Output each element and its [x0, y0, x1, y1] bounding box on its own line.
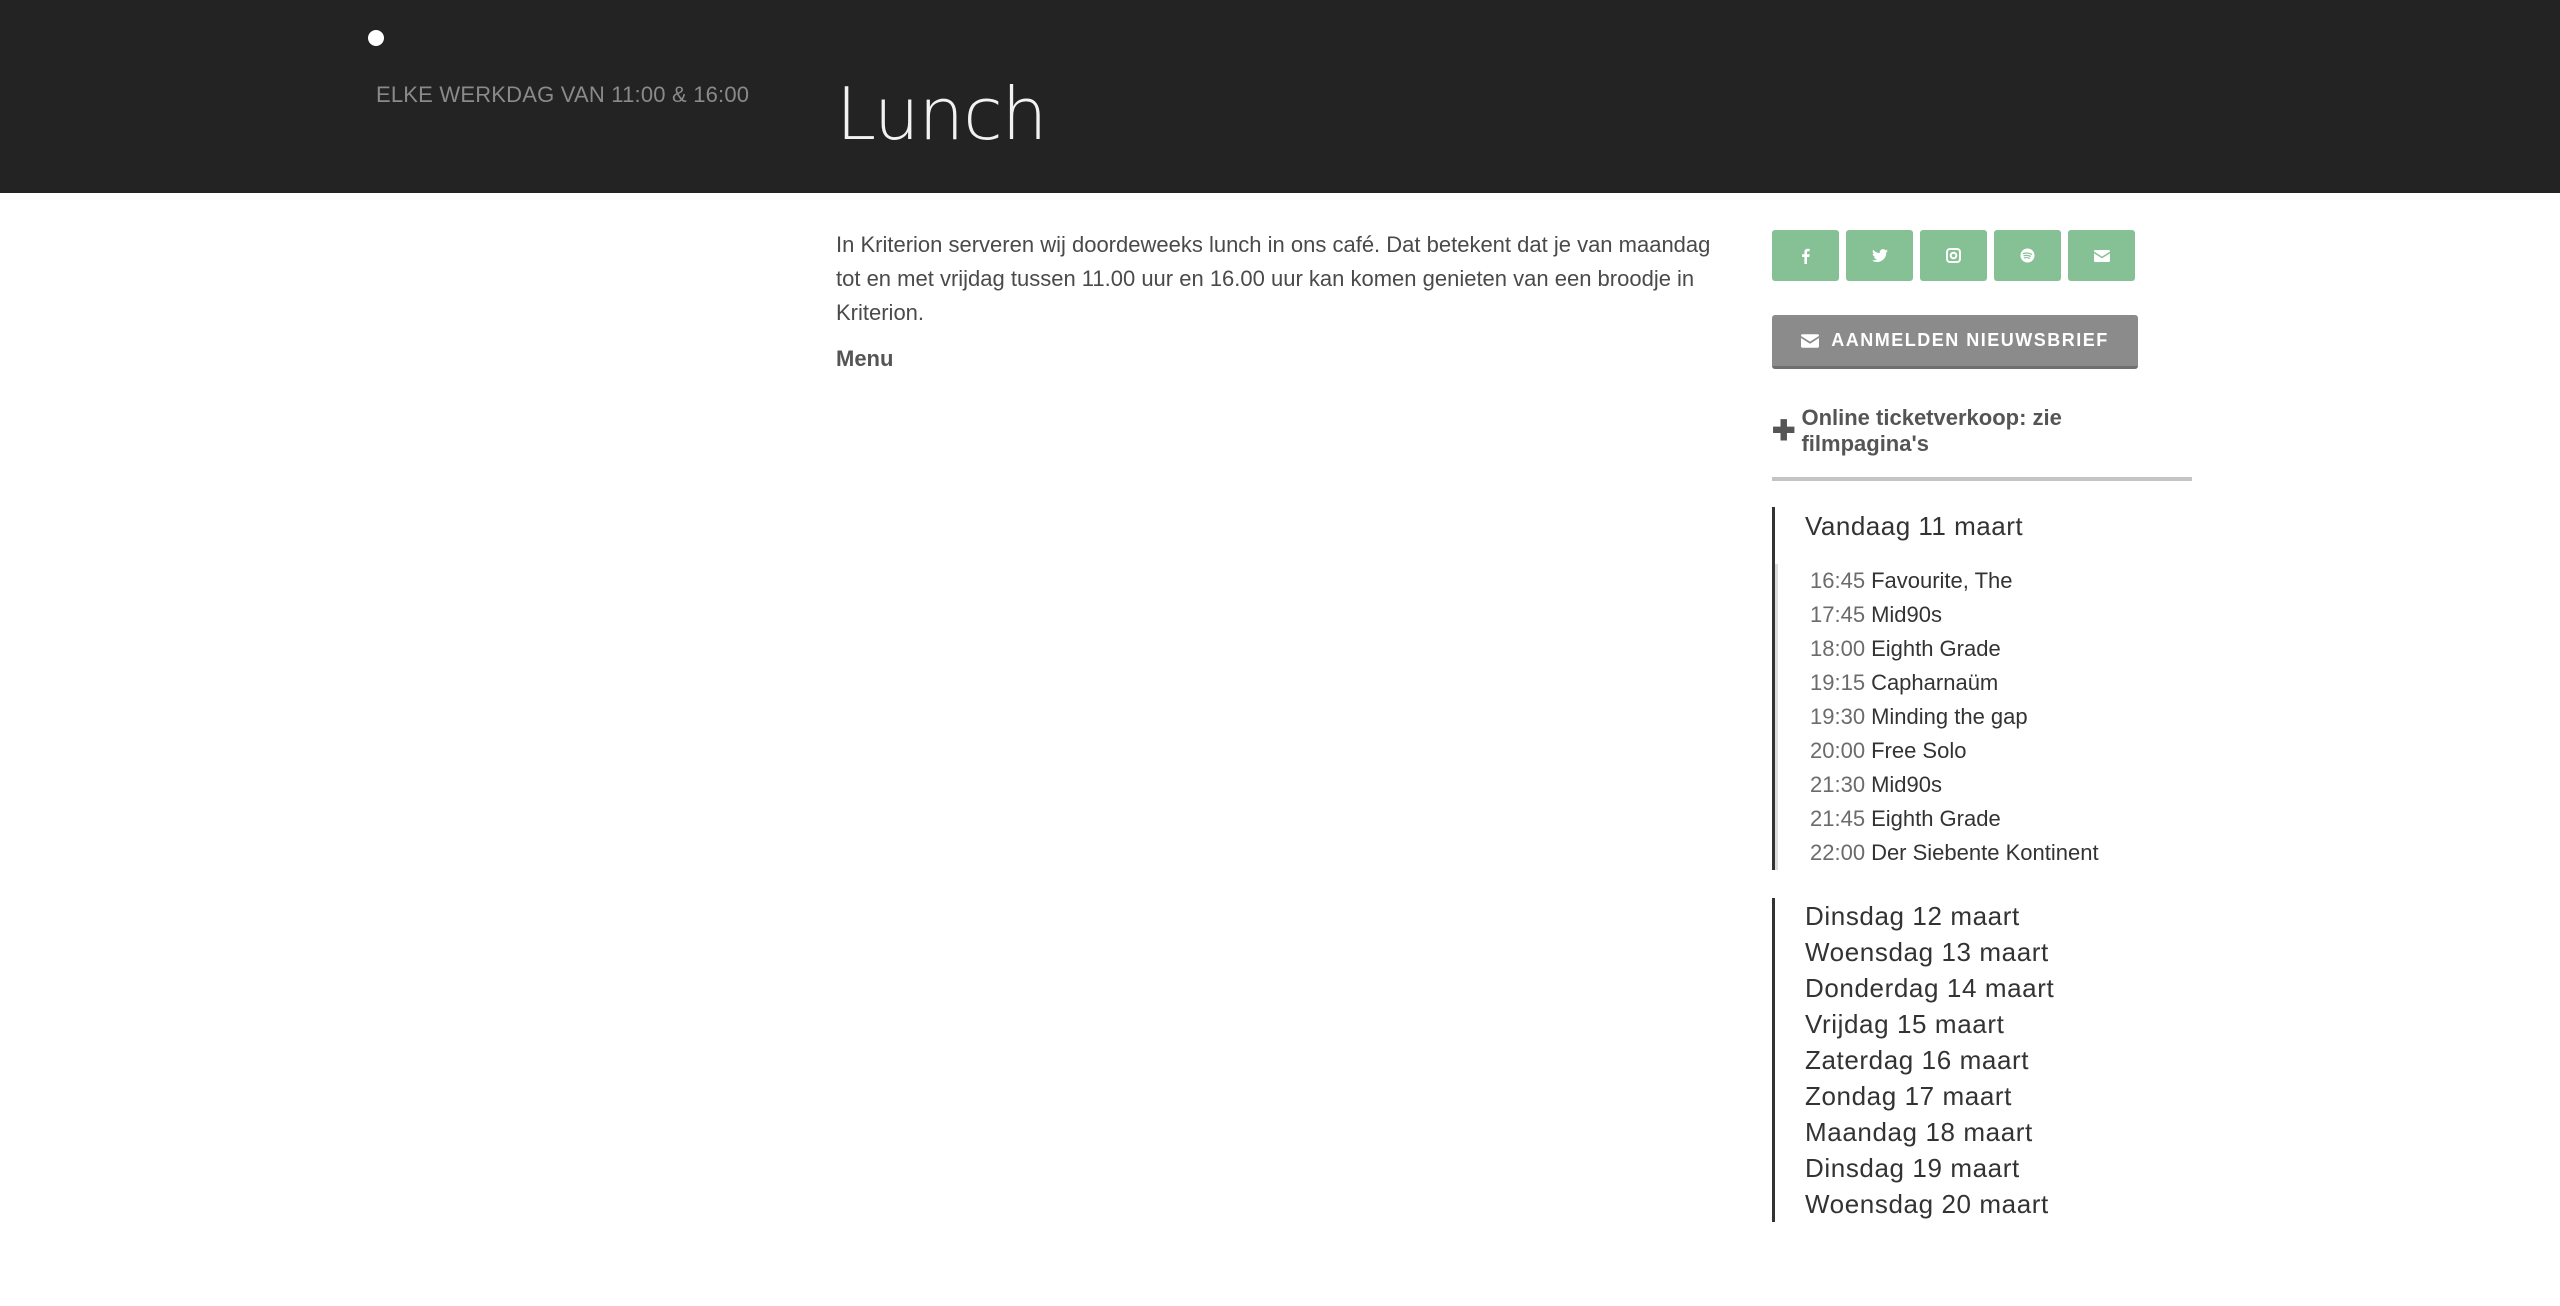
screening-item[interactable]: 19:15 Capharnaüm	[1810, 666, 2192, 700]
main-content: In Kriterion serveren wij doordeweeks lu…	[836, 228, 1726, 372]
day-item[interactable]: Woensdag 13 maart	[1805, 934, 2192, 970]
screening-time: 21:30	[1810, 772, 1866, 797]
newsletter-signup-button[interactable]: AANMELDEN NIEUWSBRIEF	[1772, 315, 2138, 369]
day-item[interactable]: Maandag 18 maart	[1805, 1114, 2192, 1150]
screening-time: 17:45	[1810, 602, 1866, 627]
page-title: Lunch	[836, 72, 1047, 156]
screening-title: Eighth Grade	[1871, 806, 2001, 831]
instagram-icon	[1946, 248, 1961, 263]
screening-title: Der Siebente Kontinent	[1871, 840, 2099, 865]
facebook-button[interactable]	[1772, 230, 1839, 281]
screening-time: 16:45	[1810, 568, 1866, 593]
screening-title: Mid90s	[1871, 772, 1942, 797]
page-subtitle: ELKE WERKDAG VAN 11:00 & 16:00	[376, 82, 750, 107]
day-item[interactable]: Zaterdag 16 maart	[1805, 1042, 2192, 1078]
upcoming-days: Dinsdag 12 maart Woensdag 13 maart Donde…	[1772, 898, 2192, 1222]
screening-item[interactable]: 21:30 Mid90s	[1810, 768, 2192, 802]
screening-title: Minding the gap	[1871, 704, 2028, 729]
screening-time: 19:15	[1810, 670, 1866, 695]
mail-icon	[1801, 333, 1820, 348]
menu-link[interactable]: Menu	[836, 346, 1726, 372]
screening-title: Mid90s	[1871, 602, 1942, 627]
screening-title: Capharnaüm	[1871, 670, 1999, 695]
today-heading[interactable]: Vandaag 11 maart	[1805, 507, 2192, 550]
twitter-button[interactable]	[1846, 230, 1913, 281]
screening-item[interactable]: 18:00 Eighth Grade	[1810, 632, 2192, 666]
social-buttons	[1772, 230, 2192, 281]
screening-item[interactable]: 22:00 Der Siebente Kontinent	[1810, 836, 2192, 870]
day-item[interactable]: Woensdag 20 maart	[1805, 1186, 2192, 1222]
day-item[interactable]: Donderdag 14 maart	[1805, 970, 2192, 1006]
ticket-sales-toggle[interactable]: ✚ Online ticketverkoop: zie filmpagina's	[1772, 405, 2192, 481]
screening-title: Eighth Grade	[1871, 636, 2001, 661]
screening-title: Favourite, The	[1871, 568, 2013, 593]
plus-icon: ✚	[1772, 415, 1796, 446]
spotify-icon	[2020, 248, 2035, 263]
screenings-list: 16:45 Favourite, The 17:45 Mid90s 18:00 Eig…	[1775, 564, 2192, 870]
screening-item[interactable]: 19:30 Minding the gap	[1810, 700, 2192, 734]
email-button[interactable]	[2068, 230, 2135, 281]
day-item[interactable]: Dinsdag 12 maart	[1805, 898, 2192, 934]
screening-time: 18:00	[1810, 636, 1866, 661]
screening-item[interactable]: 17:45 Mid90s	[1810, 598, 2192, 632]
screening-item[interactable]: 16:45 Favourite, The	[1810, 564, 2192, 598]
screening-item[interactable]: 20:00 Free Solo	[1810, 734, 2192, 768]
intro-paragraph: In Kriterion serveren wij doordeweeks lu…	[836, 232, 1711, 325]
ticket-sales-text: Online ticketverkoop: zie filmpagina's	[1801, 405, 2062, 456]
screening-item[interactable]: 21:45 Eighth Grade	[1810, 802, 2192, 836]
newsletter-label: AANMELDEN NIEUWSBRIEF	[1831, 330, 2109, 350]
today-schedule: Vandaag 11 maart 16:45 Favourite, The 17:…	[1772, 507, 2192, 870]
twitter-icon	[1871, 248, 1888, 262]
logo-dot[interactable]	[368, 30, 384, 46]
screening-time: 19:30	[1810, 704, 1866, 729]
day-item[interactable]: Vrijdag 15 maart	[1805, 1006, 2192, 1042]
page-header: ELKE WERKDAG VAN 11:00 & 16:00 Lunch	[0, 0, 2560, 193]
spotify-button[interactable]	[1994, 230, 2061, 281]
day-item[interactable]: Zondag 17 maart	[1805, 1078, 2192, 1114]
screening-time: 22:00	[1810, 840, 1866, 865]
screening-title: Free Solo	[1871, 738, 1967, 763]
instagram-button[interactable]	[1920, 230, 1987, 281]
facebook-icon	[1801, 248, 1810, 264]
screening-time: 21:45	[1810, 806, 1866, 831]
day-item[interactable]: Dinsdag 19 maart	[1805, 1150, 2192, 1186]
screening-time: 20:00	[1810, 738, 1866, 763]
sidebar: AANMELDEN NIEUWSBRIEF ✚ Online ticketver…	[1772, 230, 2192, 1222]
mail-icon	[2093, 249, 2110, 262]
